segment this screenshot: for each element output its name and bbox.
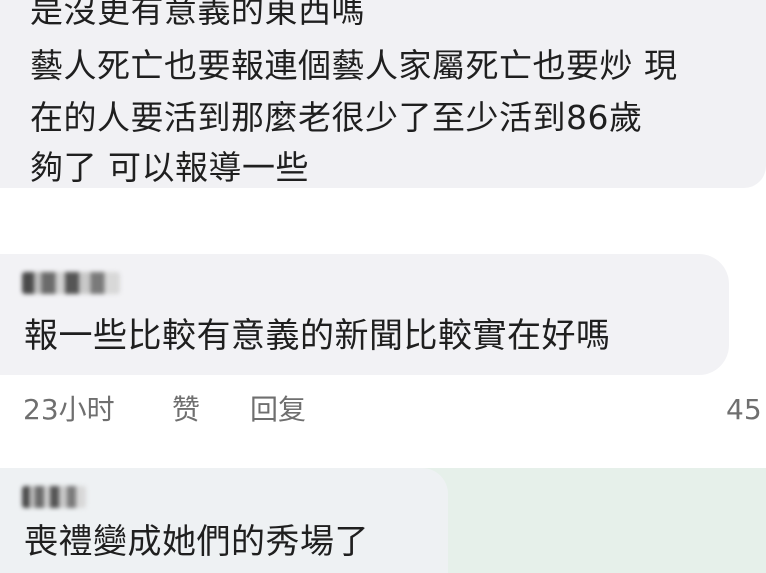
like-count: 45 [726,393,762,426]
comment-timestamp: 23小时 [23,393,115,426]
comment-text-line: 藝人死亡也要報連個藝人家屬死亡也要炒 現 [30,46,678,85]
comment-bubble-main: 報一些比較有意義的新聞比較實在好嗎 [0,254,729,375]
comment-text-line: 夠了 可以報導一些 [30,148,309,187]
reply-button[interactable]: 回复 [250,385,306,435]
comment-actions: 23小时 赞 回复 45 [0,385,766,435]
blurred-username[interactable] [22,272,120,294]
like-button[interactable]: 赞 [172,385,200,435]
comment-text-line: 是沒更有意義的東西嗎 [30,0,365,30]
comment-text-line: 在的人要活到那麼老很少了至少活到86歲 [30,98,643,137]
comment-text: 報一些比較有意義的新聞比較實在好嗎 [24,316,611,356]
comment-bubble-previous: 是沒更有意義的東西嗎 藝人死亡也要報連個藝人家屬死亡也要炒 現 在的人要活到那麼… [0,0,766,188]
comment-bubble-next-area: 喪禮變成她們的秀場了 [0,468,766,573]
blurred-username[interactable] [22,486,86,508]
comment-bubble-next: 喪禮變成她們的秀場了 [0,468,448,573]
comment-text: 喪禮變成她們的秀場了 [24,522,369,562]
